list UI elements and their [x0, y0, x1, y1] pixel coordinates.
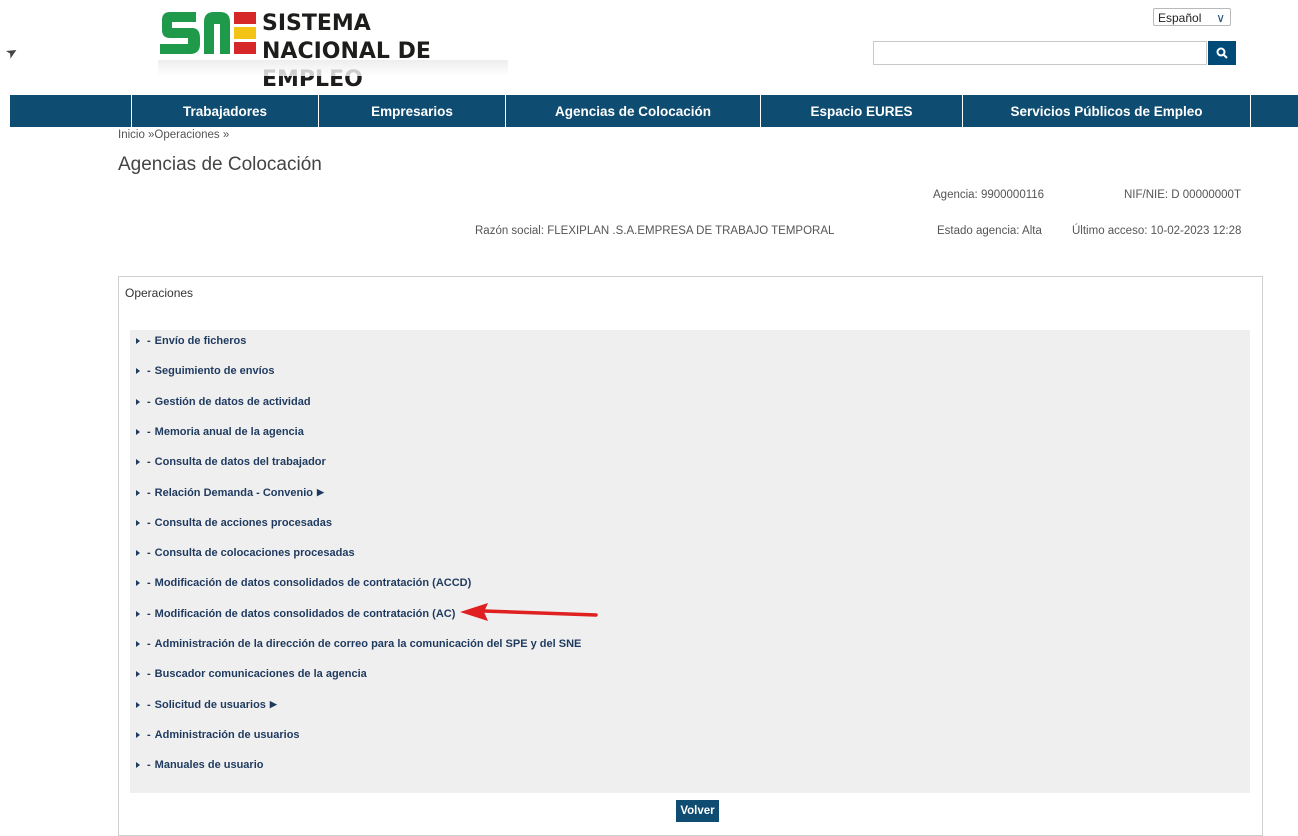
operation-item[interactable]: - Relación Demanda - Convenio ▶ — [136, 487, 324, 499]
caret-right-icon — [136, 701, 140, 708]
caret-right-icon — [136, 428, 140, 435]
operation-dash: - — [147, 335, 151, 347]
operation-label: Relación Demanda - Convenio — [154, 486, 313, 499]
nav-item-spe[interactable]: Servicios Públicos de Empleo — [963, 95, 1251, 127]
operation-item[interactable]: - Modificación de datos consolidados de c… — [136, 608, 455, 620]
caret-right-icon — [136, 641, 140, 647]
search-button[interactable] — [1208, 41, 1236, 65]
operation-dash: - — [147, 395, 151, 408]
nav-spacer — [10, 95, 132, 127]
operation-item[interactable]: - Administración de usuarios — [136, 729, 300, 741]
caret-right-icon — [136, 459, 140, 466]
logo-reflection — [158, 60, 508, 76]
operation-dash: - — [147, 456, 151, 469]
language-select[interactable]: Español ∨ — [1153, 8, 1231, 26]
operation-item[interactable]: - Administración de la dirección de corre… — [136, 638, 581, 650]
caret-right-icon — [136, 671, 140, 678]
logo-text: SISTEMA NACIONAL DE EMPLEO — [262, 10, 518, 94]
caret-right-icon — [136, 550, 140, 557]
operation-dash: - — [147, 577, 151, 590]
caret-right-icon — [136, 398, 140, 405]
operation-item[interactable]: - Seguimiento de envíos — [136, 365, 274, 377]
operation-label: Consulta de datos del trabajador — [154, 456, 326, 469]
operation-item[interactable]: - Consulta de acciones procesadas — [136, 517, 332, 529]
caret-right-icon — [136, 731, 140, 738]
operation-label: Manuales de usuario — [154, 759, 264, 772]
caret-right-icon — [136, 368, 140, 375]
operation-item[interactable]: - Solicitud de usuarios ▶ — [136, 699, 277, 711]
operation-dash: - — [147, 759, 151, 772]
cursor-icon: ➤ — [2, 42, 21, 62]
agency-last-access: Último acceso: 10-02-2023 12:28 — [1072, 225, 1242, 237]
operation-label: Envío de ficheros — [154, 335, 247, 347]
nav-item-empresarios[interactable]: Empresarios — [319, 95, 506, 127]
chevron-down-icon: ∨ — [1216, 11, 1225, 25]
operation-label: Consulta de acciones procesadas — [154, 516, 332, 529]
operation-dash: - — [147, 547, 151, 560]
search-input[interactable] — [873, 41, 1207, 65]
nav-item-eures[interactable]: Espacio EURES — [761, 95, 963, 127]
operation-label: Solicitud de usuarios — [154, 698, 266, 711]
operation-dash: - — [147, 607, 151, 620]
agency-status: Estado agencia: Alta — [937, 225, 1042, 237]
caret-right-icon — [136, 610, 140, 617]
operation-item[interactable]: - Modificación de datos consolidados de c… — [136, 577, 471, 589]
agency-id: Agencia: 9900000116 — [933, 189, 1045, 201]
operation-item[interactable]: - Consulta de datos del trabajador — [136, 456, 326, 468]
submenu-arrow-icon: ▶ — [269, 699, 277, 710]
nav-item-trabajadores[interactable]: Trabajadores — [132, 95, 319, 127]
operation-dash: - — [147, 486, 151, 499]
operation-label: Modificación de datos consolidados de co… — [154, 607, 456, 620]
operation-label: Administración de la dirección de correo… — [154, 638, 582, 650]
operation-label: Seguimiento de envíos — [154, 365, 275, 378]
operation-dash: - — [147, 698, 151, 711]
operation-dash: - — [147, 638, 151, 650]
submenu-arrow-icon: ▶ — [316, 487, 324, 497]
language-value: Español — [1158, 11, 1202, 25]
caret-right-icon — [136, 519, 140, 526]
operation-item[interactable]: - Consulta de colocaciones procesadas — [136, 547, 355, 559]
operation-item[interactable]: - Memoria anual de la agencia — [136, 426, 304, 438]
operation-dash: - — [147, 516, 151, 529]
operation-dash: - — [147, 365, 151, 378]
operation-dash: - — [147, 425, 151, 438]
agency-razon-social: Razón social: FLEXIPLAN .S.A.EMPRESA DE … — [475, 225, 835, 237]
operation-dash: - — [147, 668, 151, 681]
operation-item[interactable]: - Buscador comunicaciones de la agencia — [136, 668, 367, 680]
operations-panel: Operaciones - Envío de ficheros - Seguimien… — [118, 276, 1263, 836]
operation-item[interactable]: - Envío de ficheros — [136, 335, 246, 347]
panel-title: Operaciones — [125, 286, 194, 300]
operation-dash: - — [147, 728, 151, 741]
operation-label: Gestión de datos de actividad — [154, 395, 311, 408]
caret-right-icon — [136, 580, 140, 587]
caret-right-icon — [136, 762, 140, 769]
caret-right-icon — [136, 338, 140, 344]
annotation-arrow-icon — [460, 603, 598, 621]
search-icon — [1216, 47, 1228, 59]
operation-label: Modificación de datos consolidados de co… — [154, 577, 472, 590]
sne-logo-mark-icon — [160, 12, 256, 54]
nav-item-agencias[interactable]: Agencias de Colocación — [506, 95, 761, 127]
operation-item[interactable]: - Manuales de usuario — [136, 759, 263, 771]
breadcrumb[interactable]: Inicio »Operaciones » — [118, 129, 229, 141]
operation-label: Consulta de colocaciones procesadas — [154, 547, 355, 560]
operation-item[interactable]: - Gestión de datos de actividad — [136, 396, 311, 408]
operation-label: Administración de usuarios — [154, 728, 300, 741]
operations-list: - Envío de ficheros - Seguimiento de envíos… — [130, 330, 1250, 793]
operation-label: Buscador comunicaciones de la agencia — [154, 668, 367, 681]
volver-button[interactable]: Volver — [676, 800, 719, 822]
agency-nif: NIF/NIE: D 00000000T — [1124, 189, 1241, 201]
main-nav: Trabajadores Empresarios Agencias de Col… — [10, 95, 1298, 127]
operation-label: Memoria anual de la agencia — [154, 425, 304, 438]
page-title: Agencias de Colocación — [118, 154, 322, 175]
caret-right-icon — [136, 489, 140, 496]
logo-line1: SISTEMA — [262, 11, 371, 36]
sne-logo[interactable]: SISTEMA NACIONAL DE EMPLEO — [158, 10, 518, 92]
